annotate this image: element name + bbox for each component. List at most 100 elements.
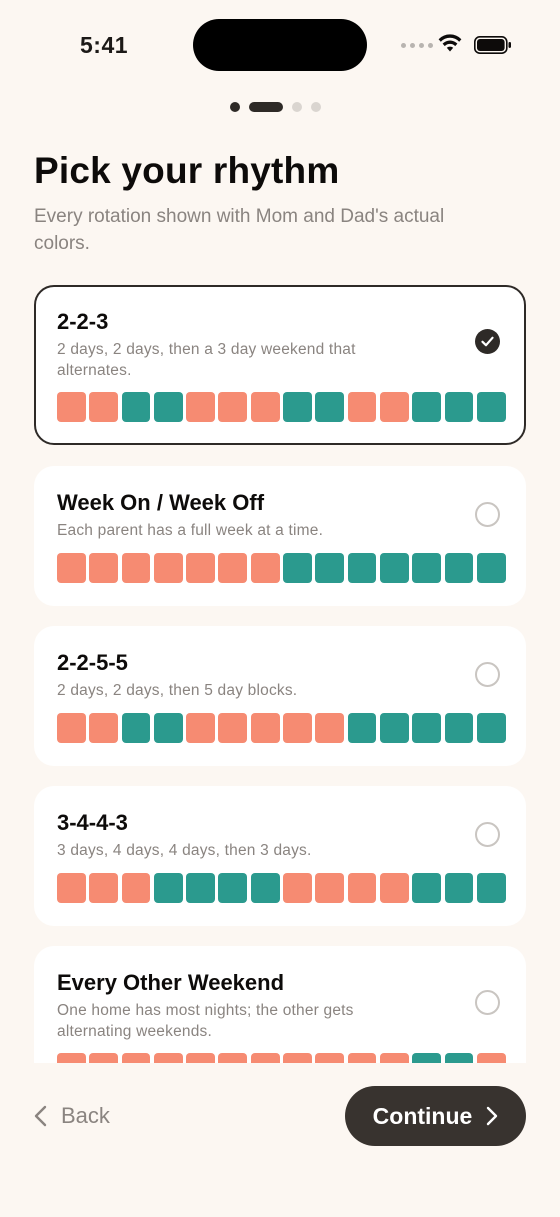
day-cell-mom — [315, 1053, 345, 1063]
day-cell-dad — [121, 392, 151, 422]
day-cell-dad — [379, 713, 409, 743]
day-cell-mom — [379, 873, 409, 903]
day-cell-mom — [121, 1053, 151, 1063]
page-dot-active — [249, 102, 283, 112]
battery-icon — [474, 36, 511, 54]
day-cell-mom — [379, 1053, 409, 1063]
radio-unchecked-icon[interactable] — [475, 990, 500, 1015]
back-label: Back — [61, 1103, 110, 1128]
day-cell-mom — [283, 713, 312, 743]
day-cell-mom — [57, 873, 86, 903]
radio-unchecked-icon[interactable] — [475, 502, 500, 527]
status-bar: 5:41 — [0, 0, 560, 90]
day-cell-dad — [379, 553, 409, 583]
day-cell-mom — [379, 392, 409, 422]
day-cell-mom — [347, 1053, 377, 1063]
day-cell-dad — [153, 713, 183, 743]
day-cell-mom — [283, 873, 312, 903]
day-cell-dad — [283, 553, 312, 583]
chevron-left-icon — [34, 1105, 47, 1127]
schedule-name: 3-4-4-3 — [57, 810, 128, 835]
schedule-card[interactable]: 3-4-4-3 3 days, 4 days, 4 days, then 3 da… — [34, 786, 526, 926]
day-cell-mom — [57, 1053, 86, 1063]
schedule-description: 3 days, 4 days, 4 days, then 3 days. — [57, 842, 312, 859]
day-cell-mom — [186, 713, 215, 743]
day-cell-mom — [283, 1053, 312, 1063]
day-cell-dad — [412, 713, 442, 743]
day-cell-dad — [412, 873, 442, 903]
rotation-strip — [57, 1053, 506, 1063]
day-cell-dad — [218, 873, 248, 903]
page-title: Pick your rhythm — [34, 150, 340, 191]
dynamic-island — [193, 19, 367, 71]
day-cell-dad — [186, 873, 215, 903]
day-cell-mom — [218, 713, 248, 743]
day-cell-dad — [476, 873, 506, 903]
day-cell-mom — [89, 392, 119, 422]
schedule-card[interactable]: Week On / Week Off Each parent has a full… — [34, 466, 526, 606]
page-dot — [230, 102, 240, 112]
day-cell-dad — [315, 392, 345, 422]
schedule-card[interactable]: Every Other Weekend One home has most nig… — [34, 946, 526, 1063]
page-dot — [311, 102, 321, 112]
rotation-strip — [57, 553, 506, 583]
day-cell-mom — [89, 713, 119, 743]
rotation-strip — [57, 873, 506, 903]
day-cell-mom — [186, 392, 215, 422]
wifi-icon — [438, 34, 462, 52]
day-cell-dad — [476, 553, 506, 583]
schedule-list[interactable]: 2-2-3 2 days, 2 days, then a 3 day weeken… — [0, 280, 560, 1063]
day-cell-mom — [218, 1053, 248, 1063]
radio-checked-icon[interactable] — [475, 329, 500, 354]
day-cell-mom — [89, 873, 119, 903]
day-cell-dad — [153, 392, 183, 422]
page-subtitle: Every rotation shown with Mom and Dad's … — [34, 206, 445, 254]
back-button[interactable]: Back — [34, 1103, 110, 1129]
page-dot — [292, 102, 302, 112]
day-cell-mom — [218, 553, 248, 583]
day-cell-dad — [476, 713, 506, 743]
schedule-card[interactable]: 2-2-3 2 days, 2 days, then a 3 day weeken… — [34, 285, 526, 445]
rotation-strip — [57, 392, 506, 422]
schedule-name: Every Other Weekend — [57, 970, 285, 995]
day-cell-mom — [57, 392, 86, 422]
day-cell-mom — [315, 713, 345, 743]
day-cell-mom — [250, 392, 280, 422]
radio-unchecked-icon[interactable] — [475, 822, 500, 847]
day-cell-mom — [476, 1053, 506, 1063]
schedule-description: One home has most nights; the other gets… — [57, 1002, 354, 1040]
rotation-strip — [57, 713, 506, 743]
schedule-card[interactable]: 2-2-5-5 2 days, 2 days, then 5 day blocks… — [34, 626, 526, 766]
page-indicator — [230, 102, 321, 112]
chevron-right-icon — [487, 1106, 498, 1126]
day-cell-dad — [347, 553, 377, 583]
day-cell-mom — [57, 713, 86, 743]
radio-unchecked-icon[interactable] — [475, 662, 500, 687]
day-cell-dad — [283, 392, 312, 422]
day-cell-dad — [412, 1053, 442, 1063]
day-cell-dad — [250, 873, 280, 903]
day-cell-mom — [153, 553, 183, 583]
continue-button[interactable]: Continue — [345, 1086, 526, 1146]
day-cell-dad — [347, 713, 377, 743]
day-cell-mom — [315, 873, 345, 903]
day-cell-mom — [347, 873, 377, 903]
day-cell-mom — [218, 392, 248, 422]
schedule-description: 2 days, 2 days, then a 3 day weekend tha… — [57, 341, 356, 379]
day-cell-dad — [412, 553, 442, 583]
day-cell-dad — [153, 873, 183, 903]
schedule-name: Week On / Week Off — [57, 490, 265, 515]
schedule-description: 2 days, 2 days, then 5 day blocks. — [57, 682, 298, 699]
day-cell-dad — [412, 392, 442, 422]
day-cell-mom — [250, 553, 280, 583]
day-cell-dad — [444, 1053, 474, 1063]
day-cell-mom — [89, 1053, 119, 1063]
schedule-name: 2-2-3 — [57, 309, 109, 334]
day-cell-mom — [186, 553, 215, 583]
day-cell-dad — [121, 713, 151, 743]
day-cell-dad — [444, 873, 474, 903]
day-cell-mom — [250, 713, 280, 743]
day-cell-mom — [121, 873, 151, 903]
day-cell-dad — [444, 392, 474, 422]
day-cell-mom — [57, 553, 86, 583]
